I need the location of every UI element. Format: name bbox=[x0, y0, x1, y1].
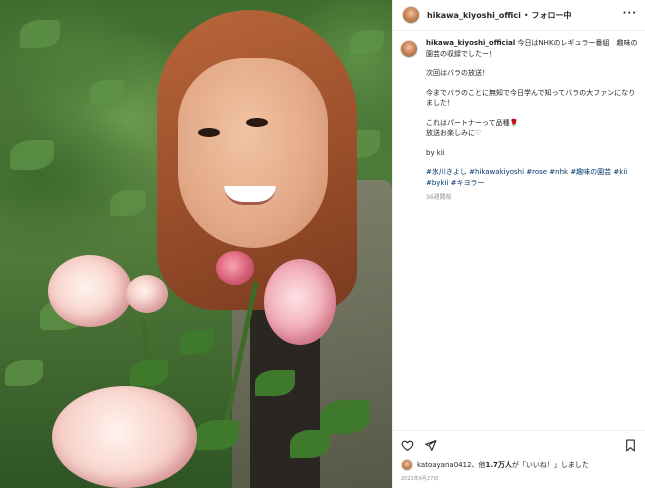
caption-timestamp: 36週間前 bbox=[426, 194, 452, 201]
likes-user[interactable]: katoayana0412 bbox=[417, 461, 472, 469]
rose-leaf bbox=[290, 430, 330, 458]
avatar[interactable] bbox=[402, 6, 420, 24]
background-leaf bbox=[20, 20, 60, 48]
hashtags[interactable]: #氷川きよし #hikawakiyoshi #rose #nhk #趣味の園芸 … bbox=[426, 167, 638, 188]
heart-icon[interactable] bbox=[401, 439, 414, 452]
rose-flower bbox=[216, 251, 254, 285]
caption-area: hikawa_kiyoshi_official 今日はNHKのレギュラー番組 趣… bbox=[400, 38, 640, 204]
avatar[interactable] bbox=[400, 40, 418, 58]
background-leaf bbox=[5, 360, 43, 386]
background-leaf bbox=[350, 30, 384, 54]
panel-divider bbox=[392, 0, 393, 488]
rose-leaf bbox=[255, 370, 295, 396]
bookmark-icon[interactable] bbox=[624, 439, 637, 452]
background-leaf bbox=[90, 80, 124, 104]
send-icon[interactable] bbox=[424, 439, 437, 452]
post-photo[interactable] bbox=[0, 0, 392, 488]
post-header: hikawa_kiyoshi_offici • フォロー中 ··· bbox=[393, 0, 645, 31]
rose-leaf bbox=[130, 360, 168, 386]
avatar bbox=[401, 459, 413, 471]
caption-line: 今までバラのことに無知で今日学んで知ってバラの大ファンになりました！ bbox=[426, 88, 636, 108]
more-options-icon[interactable]: ··· bbox=[623, 8, 637, 19]
likes-summary[interactable]: katoayana0412 、他 1.7万人 が「いいね！」しました bbox=[401, 459, 589, 471]
caption-intro: hikawa_kiyoshi_official 今日はNHKのレギュラー番組 趣… bbox=[426, 38, 638, 59]
header-username[interactable]: hikawa_kiyoshi_offici bbox=[427, 11, 521, 20]
rose-flower bbox=[126, 275, 168, 313]
post-actions: katoayana0412 、他 1.7万人 が「いいね！」しました 2021年… bbox=[393, 430, 645, 489]
caption-username[interactable]: hikawa_kiyoshi_official bbox=[426, 39, 515, 47]
caption-line: by kii bbox=[426, 148, 445, 157]
likes-count[interactable]: 1.7万人 bbox=[486, 460, 512, 470]
rose-flower bbox=[48, 255, 132, 327]
left-eye bbox=[198, 128, 220, 137]
rose-leaf bbox=[180, 330, 214, 354]
caption-body: hikawa_kiyoshi_official 今日はNHKのレギュラー番組 趣… bbox=[426, 38, 638, 204]
caption-line: これはパートナーって品種🌹 放送お楽しみに♡ bbox=[426, 118, 519, 138]
face bbox=[178, 58, 328, 248]
rose-leaf bbox=[195, 420, 239, 450]
rose-leaf bbox=[320, 400, 370, 434]
rose-flower bbox=[264, 259, 336, 345]
caption-line: 次回はバラの放送！ bbox=[426, 69, 489, 77]
likes-text: が「いいね！」しました bbox=[511, 461, 589, 469]
likes-text: 、他 bbox=[471, 461, 486, 469]
background-leaf bbox=[110, 190, 146, 216]
right-eye bbox=[246, 118, 268, 127]
post-date: 2021年4月27日 bbox=[401, 476, 439, 482]
caption-row: hikawa_kiyoshi_official 今日はNHKのレギュラー番組 趣… bbox=[400, 38, 640, 204]
rose-flower bbox=[52, 386, 197, 488]
action-icons bbox=[401, 439, 437, 452]
background-leaf bbox=[10, 140, 54, 170]
following-button[interactable]: フォロー中 bbox=[532, 10, 572, 21]
header-separator: • bbox=[523, 10, 529, 20]
